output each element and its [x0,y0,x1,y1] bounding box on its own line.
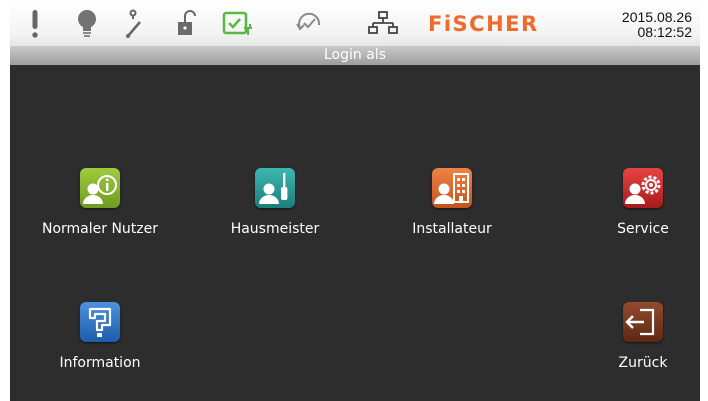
normal-user-label: Normaler Nutzer [41,221,159,237]
installer-label: Installateur [412,221,492,237]
caretaker-label: Hausmeister [230,221,320,237]
information-button[interactable]: Information [30,302,170,382]
service-button[interactable]: Service [573,168,708,248]
help-icon [80,302,120,342]
installer-button[interactable]: Installateur [382,168,522,248]
user-building-icon [432,168,472,208]
page-title: Login als [10,46,700,65]
caretaker-button[interactable]: Hausmeister [205,168,345,248]
login-options: Normaler Nutzer Hausmeister Installateur… [10,65,700,401]
user-gear-icon [623,168,663,208]
switch-icon[interactable] [118,6,152,40]
lamp-icon[interactable] [70,6,104,40]
back-label: Zurück [618,355,668,371]
brand-logo: FiSCHER [428,12,539,36]
login-screen: FiSCHER 2015.08.26 08:12:52 Login als No… [0,0,708,401]
user-info-icon [80,168,120,208]
normal-user-button[interactable]: Normaler Nutzer [30,168,170,248]
exit-door-icon [623,302,663,342]
time-text: 08:12:52 [637,24,693,40]
alarm-icon[interactable] [18,6,52,40]
user-screwdriver-icon [255,168,295,208]
information-label: Information [59,355,141,371]
network-icon[interactable] [366,6,400,40]
service-label: Service [617,221,669,237]
status-bar: FiSCHER 2015.08.26 08:12:52 [10,0,700,46]
date-text: 2015.08.26 [621,9,692,25]
sync-check-icon[interactable] [292,6,326,40]
lock-open-icon[interactable] [168,6,202,40]
back-button[interactable]: Zurück [573,302,708,382]
power-ok-icon[interactable] [220,6,254,40]
datetime: 2015.08.26 08:12:52 [622,10,692,40]
